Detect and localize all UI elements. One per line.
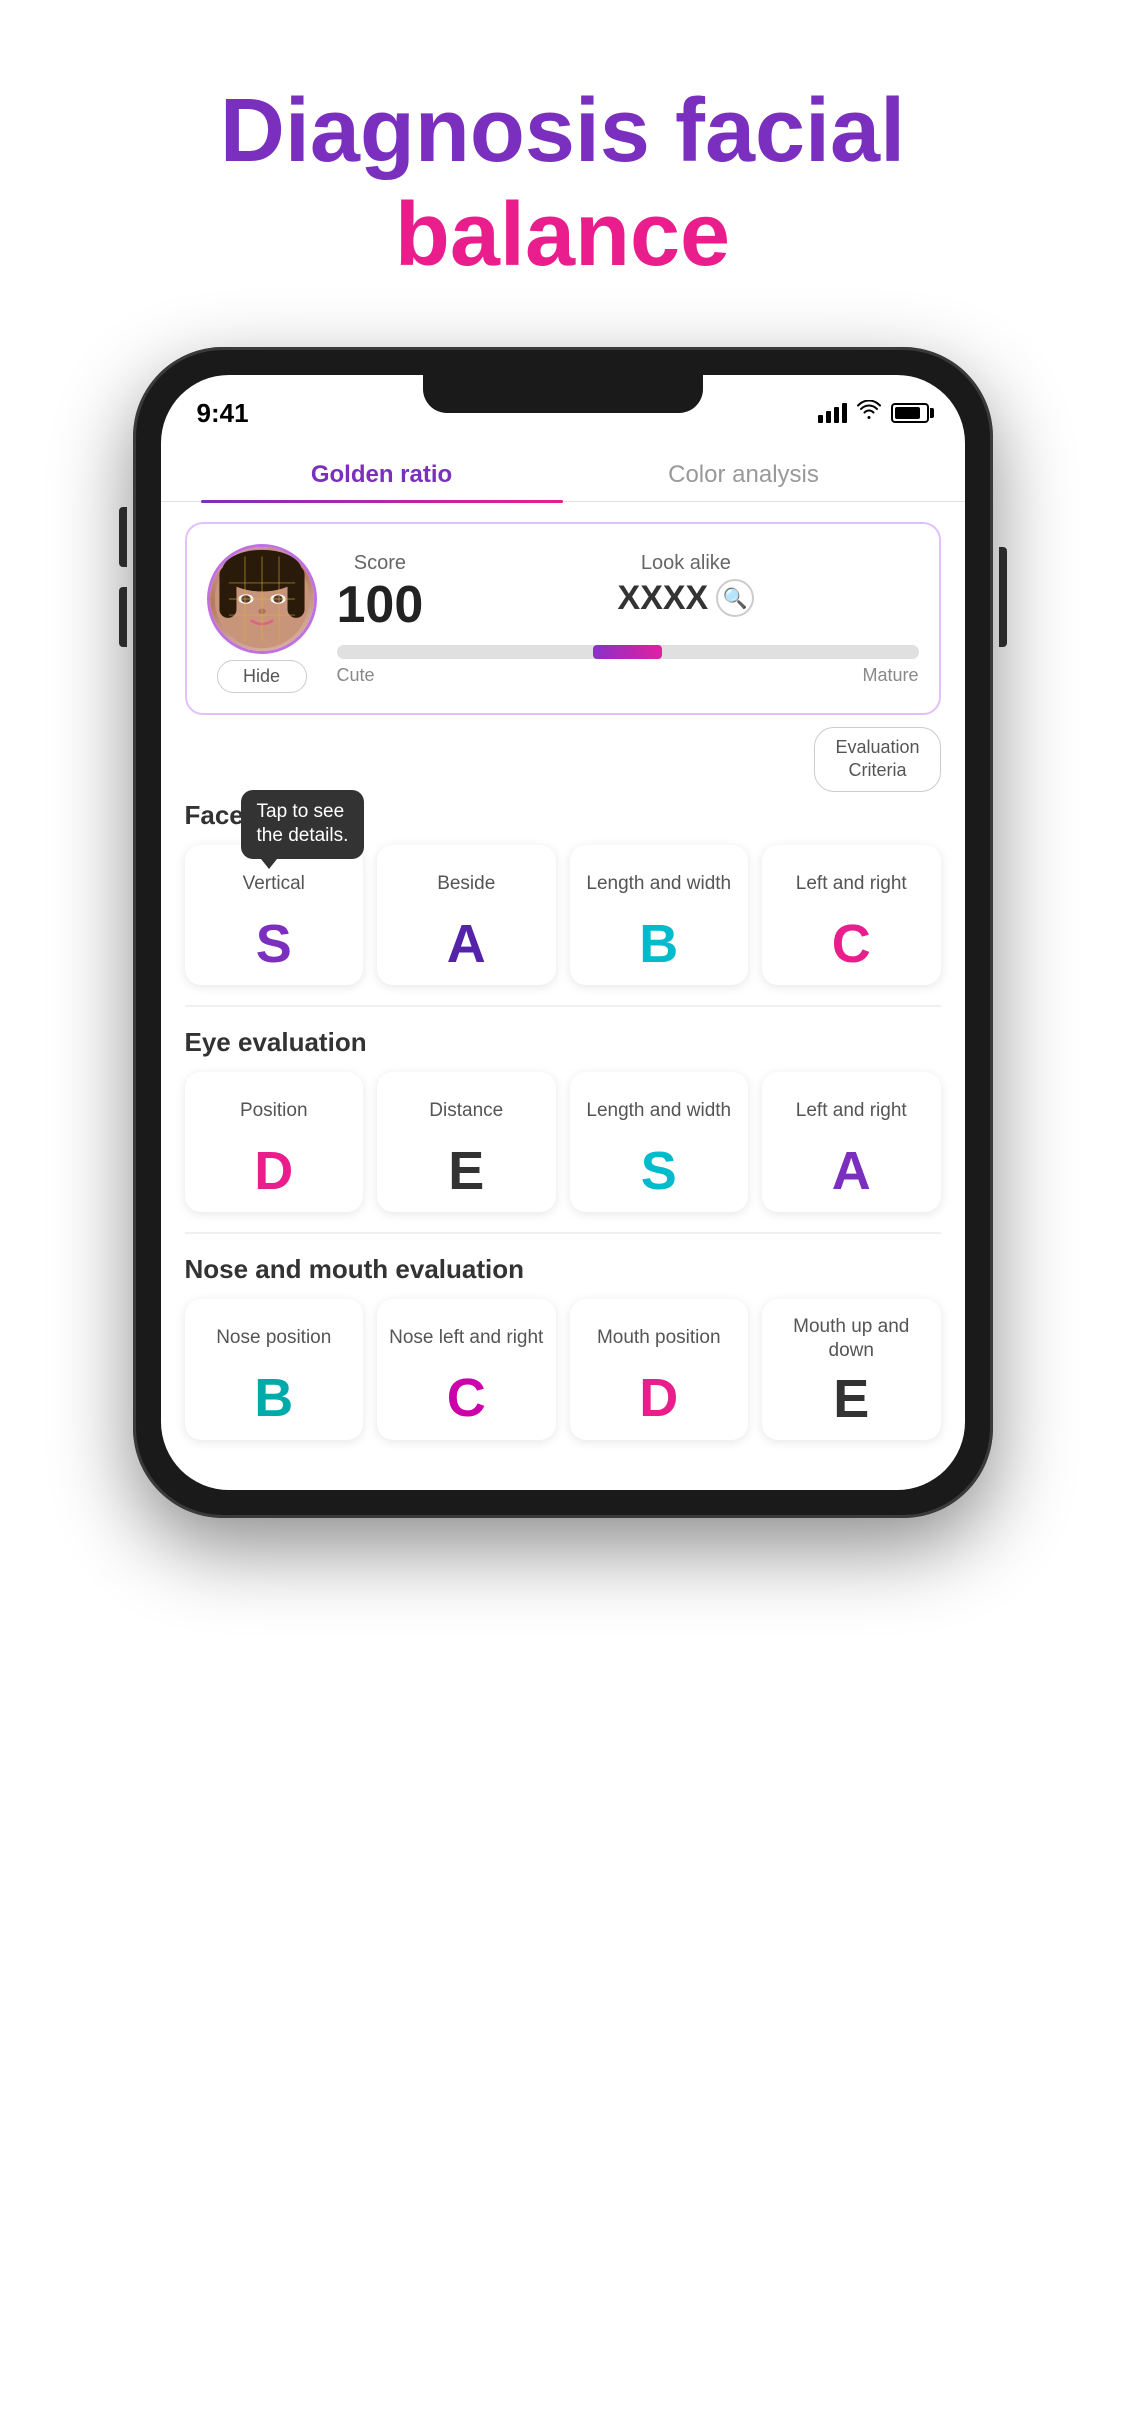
face-eval-grade-vertical: S (195, 917, 354, 971)
side-button-volume-down (119, 587, 127, 647)
eye-eval-grade-length-width: S (580, 1144, 739, 1198)
phone-notch (423, 375, 703, 413)
signal-icon (818, 403, 847, 423)
score-label: Score (337, 552, 424, 575)
eye-eval-grade-position: D (195, 1144, 354, 1198)
tab-bar: Golden ratio Color analysis (161, 439, 965, 502)
nose-eval-card-position[interactable]: Nose position B (185, 1299, 364, 1440)
face-eval-card-left-right[interactable]: Left and right C (762, 845, 941, 985)
phone-mockup: 9:41 (133, 347, 993, 1518)
eye-eval-card-left-right[interactable]: Left and right A (762, 1072, 941, 1212)
tab-golden-ratio[interactable]: Golden ratio (201, 449, 563, 501)
nose-mouth-eval-label: Nose and mouth evaluation (161, 1254, 965, 1285)
phone-screen: 9:41 (161, 375, 965, 1490)
eye-eval-grade-left-right: A (772, 1144, 931, 1198)
tab-color-analysis[interactable]: Color analysis (563, 449, 925, 501)
face-eval-card-beside[interactable]: Beside A (377, 845, 556, 985)
face-eval-grade-length-width: B (580, 917, 739, 971)
nose-eval-label-left-right: Nose left and right (387, 1315, 546, 1363)
eye-eval-label-position: Position (195, 1088, 354, 1136)
eye-eval-label-left-right: Left and right (772, 1088, 931, 1136)
face-eval-grade-left-right: C (772, 917, 931, 971)
mouth-eval-label-position: Mouth position (580, 1315, 739, 1363)
divider-1 (185, 1005, 941, 1007)
eval-criteria-row: EvaluationCriteria (161, 727, 965, 792)
title-part1: Diagnosis facial (220, 81, 905, 181)
eye-eval-card-length-width[interactable]: Length and width S (570, 1072, 749, 1212)
look-alike-value: XXXX (618, 579, 709, 618)
face-eval-grade-beside: A (387, 917, 546, 971)
eye-eval-label-length-width: Length and width (580, 1088, 739, 1136)
score-value: 100 (337, 579, 424, 631)
score-card: Hide Score 100 Look alike XXXX 🔍 (185, 522, 941, 715)
nose-mouth-eval-grid: Nose position B Nose left and right C Mo… (161, 1299, 965, 1440)
nose-eval-grade-left-right: C (387, 1371, 546, 1425)
divider-2 (185, 1232, 941, 1234)
eye-eval-label: Eye evaluation (161, 1027, 965, 1058)
face-eval-card-length-width[interactable]: Length and width B (570, 845, 749, 985)
tooltip-bubble: Tap to seethe details. (241, 790, 365, 859)
eye-eval-grade-distance: E (387, 1144, 546, 1198)
side-button-volume-up (119, 507, 127, 567)
nose-eval-card-left-right[interactable]: Nose left and right C (377, 1299, 556, 1440)
progress-bar: Cute Mature (337, 645, 919, 686)
face-eval-grid: Vertical S Beside A Length and width B L… (161, 845, 965, 985)
nose-eval-label-position: Nose position (195, 1315, 354, 1363)
progress-label-mature: Mature (862, 665, 918, 686)
wifi-icon (857, 400, 881, 426)
face-evaluation-section: Tap to seethe details. Face eva... Verti… (161, 800, 965, 985)
progress-label-cute: Cute (337, 665, 375, 686)
hide-button[interactable]: Hide (217, 660, 307, 693)
eye-eval-label-distance: Distance (387, 1088, 546, 1136)
eval-criteria-button[interactable]: EvaluationCriteria (814, 727, 940, 792)
face-eval-label-length-width: Length and width (580, 861, 739, 909)
status-time: 9:41 (197, 398, 249, 429)
look-alike-block: Look alike XXXX 🔍 (453, 552, 918, 618)
page-title: Diagnosis facial balance (220, 80, 905, 287)
look-alike-search-button[interactable]: 🔍 (716, 579, 754, 617)
face-eval-label-left-right: Left and right (772, 861, 931, 909)
mouth-eval-grade-position: D (580, 1371, 739, 1425)
mouth-eval-grade-up-down: E (772, 1372, 931, 1426)
title-part2: balance (395, 185, 730, 285)
look-alike-label: Look alike (453, 552, 918, 575)
eye-eval-card-position[interactable]: Position D (185, 1072, 364, 1212)
side-button-power (999, 547, 1007, 647)
mouth-eval-card-position[interactable]: Mouth position D (570, 1299, 749, 1440)
avatar-container: Hide (207, 544, 317, 693)
nose-eval-grade-position: B (195, 1371, 354, 1425)
battery-icon (891, 403, 929, 423)
face-eval-label-beside: Beside (387, 861, 546, 909)
status-icons (818, 400, 929, 426)
score-info: Score 100 Look alike XXXX 🔍 (337, 552, 919, 686)
nose-mouth-evaluation-section: Nose and mouth evaluation Nose position … (161, 1254, 965, 1440)
score-block: Score 100 (337, 552, 424, 631)
eye-eval-card-distance[interactable]: Distance E (377, 1072, 556, 1212)
avatar (207, 544, 317, 654)
mouth-eval-card-up-down[interactable]: Mouth up and down E (762, 1299, 941, 1440)
eye-eval-grid: Position D Distance E Length and width S… (161, 1072, 965, 1212)
bottom-spacer (161, 1460, 965, 1490)
eye-evaluation-section: Eye evaluation Position D Distance E Len… (161, 1027, 965, 1212)
mouth-eval-label-up-down: Mouth up and down (772, 1315, 931, 1364)
